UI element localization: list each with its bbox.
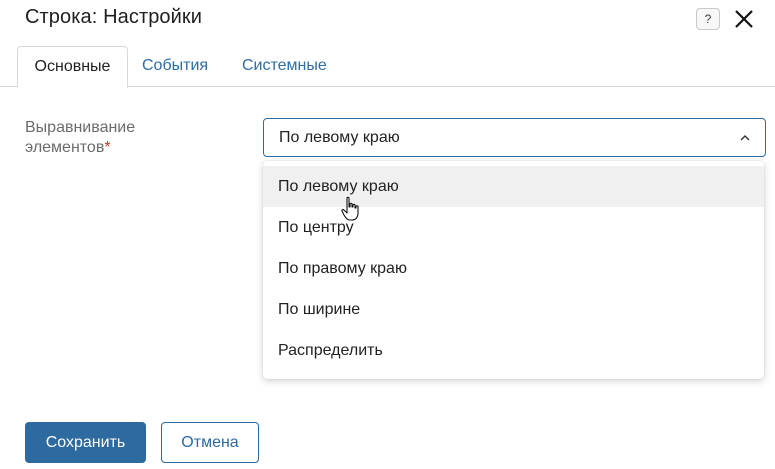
close-icon (735, 10, 753, 28)
alignment-field-label: Выравнивание элементов* (25, 118, 225, 158)
cancel-button[interactable]: Отмена (161, 422, 259, 463)
select-value: По левому краю (279, 129, 400, 146)
alignment-label-text: Выравнивание элементов (25, 119, 136, 156)
dialog-title: Строка: Настройки (25, 6, 203, 28)
settings-dialog: Строка: Настройки ? Основные События Сис… (0, 0, 775, 469)
alignment-dropdown: По левому краю По центру По правому краю… (263, 161, 764, 379)
tab-main[interactable]: Основные (17, 46, 128, 88)
tab-bar: Основные События Системные (0, 46, 775, 88)
close-button[interactable] (733, 8, 755, 30)
svg-text:?: ? (705, 12, 712, 26)
chevron-up-icon (740, 135, 750, 141)
option-distribute[interactable]: Распределить (263, 330, 764, 371)
alignment-select[interactable]: По левому краю (263, 118, 766, 157)
required-mark: * (104, 139, 111, 156)
option-right[interactable]: По правому краю (263, 248, 764, 289)
option-center[interactable]: По центру (263, 207, 764, 248)
help-button[interactable]: ? (696, 8, 720, 30)
option-justify[interactable]: По ширине (263, 289, 764, 330)
tab-events[interactable]: События (130, 46, 220, 87)
save-button[interactable]: Сохранить (25, 422, 146, 463)
question-icon: ? (705, 12, 712, 26)
tab-system[interactable]: Системные (230, 46, 339, 87)
option-left[interactable]: По левому краю (263, 166, 764, 207)
